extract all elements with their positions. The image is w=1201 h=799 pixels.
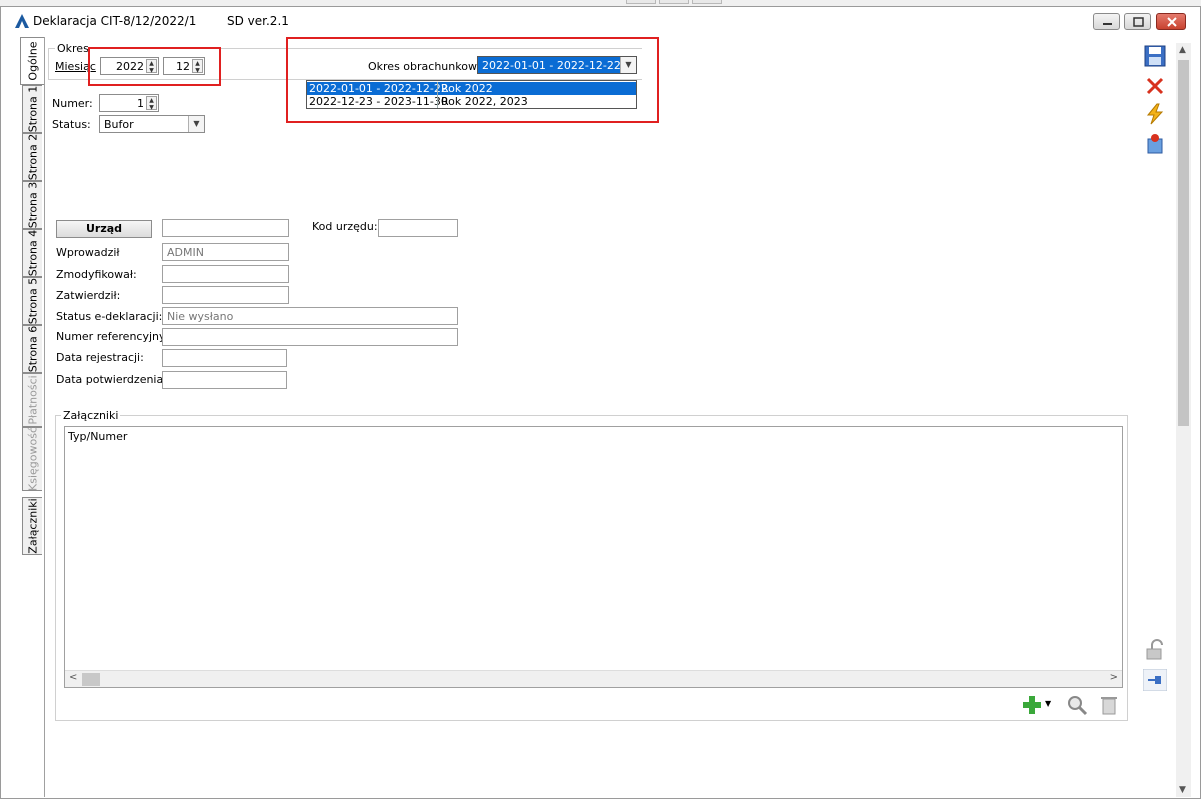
tab-label: Załączniki xyxy=(26,498,39,554)
close-window-button[interactable] xyxy=(1156,13,1186,30)
close-icon[interactable] xyxy=(1143,75,1167,97)
numer-label: Numer: xyxy=(52,97,93,110)
restore-icon xyxy=(1133,17,1144,27)
tab-strona-6[interactable]: Strona 6 xyxy=(22,325,42,373)
wprowadzil-field: ADMIN xyxy=(162,243,289,261)
tab-label: Płatności xyxy=(26,375,39,425)
zalaczniki-group-label: Załączniki xyxy=(61,409,121,422)
spinner-arrows-icon[interactable]: ▲ ▼ xyxy=(146,96,157,111)
chevron-down-icon[interactable]: ▼ xyxy=(188,116,204,132)
zatwierdzil-field xyxy=(162,286,289,304)
zmodyfikowal-label: Zmodyfikował: xyxy=(56,268,137,281)
annotation-highlight xyxy=(286,37,659,123)
toolbar-fragment xyxy=(626,0,656,4)
tab-platnosci[interactable]: Płatności xyxy=(22,373,42,427)
trash-icon[interactable] xyxy=(1098,694,1120,716)
data-rejestracji-field xyxy=(162,349,287,367)
declaration-window: Deklaracja CIT-8/12/2022/1 SD ver.2.1 Og… xyxy=(0,6,1201,799)
tab-label: Strona 3 xyxy=(26,181,39,229)
data-potwierdzenia-field xyxy=(162,371,287,389)
tab-ksiegowosc[interactable]: Księgowość xyxy=(22,427,42,491)
vertical-scrollbar[interactable]: ▲ ▼ xyxy=(1176,43,1191,797)
window-title: Deklaracja CIT-8/12/2022/1 xyxy=(33,14,197,28)
chevron-left-icon[interactable]: < xyxy=(69,672,77,683)
status-select[interactable]: Bufor ▼ xyxy=(99,115,205,133)
horizontal-scrollbar[interactable]: < > xyxy=(65,670,1122,687)
annotation-highlight xyxy=(88,47,221,86)
tab-strona-5[interactable]: Strona 5 xyxy=(22,277,42,325)
toolbar-fragment xyxy=(692,0,722,4)
chevron-up-icon[interactable]: ▲ xyxy=(1179,45,1186,55)
tab-label: Ogólne xyxy=(26,41,39,81)
numer-spinner[interactable]: 1 ▲ ▼ xyxy=(99,94,159,112)
grid-column-header[interactable]: Typ/Numer xyxy=(68,430,127,443)
numer-referencyjny-label: Numer referencyjny xyxy=(56,330,166,343)
tab-strona-1[interactable]: Strona 1 xyxy=(22,85,42,133)
numer-referencyjny-field xyxy=(162,328,458,346)
title-bar: Deklaracja CIT-8/12/2022/1 SD ver.2.1 xyxy=(1,7,1200,33)
app-logo-icon xyxy=(15,14,29,28)
chevron-down-icon[interactable]: ▼ xyxy=(1179,785,1186,795)
kod-urzedu-field[interactable] xyxy=(378,219,458,237)
tab-strona-2[interactable]: Strona 2 xyxy=(22,133,42,181)
export-icon[interactable] xyxy=(1143,133,1167,155)
status-value: Bufor xyxy=(104,118,134,131)
lock-icon[interactable] xyxy=(1143,639,1167,661)
scrollbar-thumb[interactable] xyxy=(82,673,100,686)
tab-label: Strona 4 xyxy=(26,229,39,277)
tab-label: Strona 2 xyxy=(26,133,39,181)
tab-strona-4[interactable]: Strona 4 xyxy=(22,229,42,277)
lightning-icon[interactable] xyxy=(1143,103,1167,125)
pin-icon[interactable] xyxy=(1143,669,1167,691)
data-rejestracji-label: Data rejestracji: xyxy=(56,351,144,364)
zatwierdzil-label: Zatwierdził: xyxy=(56,289,121,302)
status-edeklaracji-field: Nie wysłano xyxy=(162,307,458,325)
numer-value: 1 xyxy=(137,97,144,110)
urzad-field[interactable] xyxy=(162,219,289,237)
zmodyfikowal-field xyxy=(162,265,289,283)
chevron-right-icon[interactable]: > xyxy=(1110,672,1118,683)
tab-strona-3[interactable]: Strona 3 xyxy=(22,181,42,229)
minimize-icon xyxy=(1103,23,1112,25)
maximize-button[interactable] xyxy=(1124,13,1151,30)
urzad-button[interactable]: Urząd xyxy=(56,220,152,238)
close-icon xyxy=(1167,17,1177,27)
add-dropdown-icon[interactable]: ▼ xyxy=(1045,699,1051,708)
status-label: Status: xyxy=(52,118,91,131)
tab-label: Księgowość xyxy=(26,427,39,491)
scrollbar-thumb[interactable] xyxy=(1178,60,1189,426)
data-potwierdzenia-label: Data potwierdzenia: xyxy=(56,373,167,386)
okres-group-label: Okres xyxy=(55,42,91,55)
side-tab-strip: Ogólne Strona 1 Strona 2 Strona 3 Strona… xyxy=(18,37,44,797)
tab-label: Strona 6 xyxy=(26,325,39,373)
zalaczniki-grid[interactable]: Typ/Numer < > xyxy=(64,426,1123,688)
save-icon[interactable] xyxy=(1143,45,1167,67)
tab-zalaczniki[interactable]: Załączniki xyxy=(22,497,42,555)
tab-label: Strona 1 xyxy=(26,85,39,133)
minimize-button[interactable] xyxy=(1093,13,1120,30)
kod-urzedu-label: Kod urzędu: xyxy=(312,220,378,233)
toolbar-fragment xyxy=(659,0,689,4)
magnifier-icon[interactable] xyxy=(1066,694,1088,716)
wprowadzil-label: Wprowadził xyxy=(56,246,120,259)
tab-label: Strona 5 xyxy=(26,277,39,325)
status-edeklaracji-label: Status e-deklaracji: xyxy=(56,310,163,323)
plus-icon[interactable] xyxy=(1021,694,1043,716)
window-version: SD ver.2.1 xyxy=(227,14,289,28)
tab-ogolne[interactable]: Ogólne xyxy=(20,37,44,85)
